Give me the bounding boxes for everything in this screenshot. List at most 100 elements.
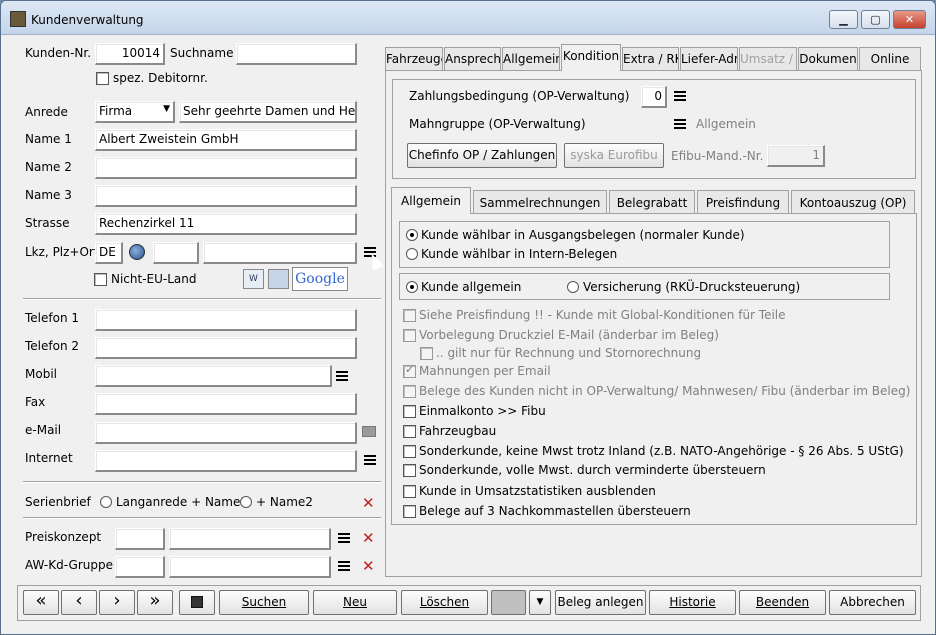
next-record-button[interactable]: › xyxy=(99,590,135,615)
tab-fahrzeuge[interactable]: Fahrzeuge xyxy=(385,47,443,71)
druckziel-email-checkbox[interactable] xyxy=(403,329,416,342)
calendar-icon[interactable] xyxy=(268,269,289,289)
delete-icon[interactable]: ✕ xyxy=(362,494,375,512)
title-bar[interactable]: Kundenverwaltung ▁ ▢ ✕ xyxy=(1,1,935,35)
subtab-kontoauszug[interactable]: Kontoauszug (OP) xyxy=(791,190,915,214)
kunde-allgemein-radio[interactable] xyxy=(406,281,418,293)
efibu-input[interactable]: 1 xyxy=(767,145,825,167)
zahlungsbedingung-input[interactable]: 0 xyxy=(641,86,667,108)
word-icon[interactable]: W xyxy=(243,269,264,289)
subtab-preisfindung[interactable]: Preisfindung xyxy=(697,190,789,214)
name3-input[interactable] xyxy=(95,185,357,207)
internet-input[interactable] xyxy=(95,450,357,472)
einmalkonto-checkbox[interactable] xyxy=(403,405,416,418)
mobil-input[interactable] xyxy=(95,365,332,387)
list-icon[interactable] xyxy=(338,561,350,571)
email-input[interactable] xyxy=(95,422,357,444)
loeschen-button[interactable]: Löschen xyxy=(401,590,488,615)
nachkommastellen-checkbox[interactable] xyxy=(403,505,416,518)
minimize-button[interactable]: ▁ xyxy=(829,10,858,29)
maximize-button[interactable]: ▢ xyxy=(861,10,890,29)
ort-input[interactable] xyxy=(203,242,357,264)
name1-input[interactable]: Albert Zweistein GmbH xyxy=(95,129,357,151)
list-icon[interactable] xyxy=(336,371,348,381)
delete-icon[interactable]: ✕ xyxy=(362,529,375,547)
versicherung-radio[interactable] xyxy=(567,281,579,293)
list-icon[interactable] xyxy=(674,91,686,101)
list-icon[interactable] xyxy=(338,533,350,543)
awkd-code-input[interactable] xyxy=(115,556,165,578)
beenden-button[interactable]: Beenden xyxy=(739,590,826,615)
kunden-nr-input[interactable]: 10014 xyxy=(95,43,165,65)
fahrzeugbau-checkbox[interactable] xyxy=(403,425,416,438)
first-record-button[interactable]: « xyxy=(23,590,59,615)
name2-input[interactable] xyxy=(95,157,357,179)
tab-online[interactable]: Online xyxy=(859,47,921,71)
tab-ansprech[interactable]: Ansprech xyxy=(444,47,501,71)
nicht-eu-checkbox[interactable] xyxy=(94,273,107,286)
ausgangsbelege-radio[interactable] xyxy=(406,229,418,241)
subtab-belegrabatt[interactable]: Belegrabatt xyxy=(609,190,695,214)
telefon1-input[interactable] xyxy=(95,309,357,331)
prev-record-button[interactable]: ‹ xyxy=(61,590,97,615)
global-konditionen-checkbox[interactable] xyxy=(403,309,416,322)
abbrechen-button[interactable]: Abbrechen xyxy=(829,590,916,615)
google-button[interactable]: Google xyxy=(292,267,348,291)
list-icon[interactable] xyxy=(674,119,686,129)
suchen-button[interactable]: Suchen xyxy=(219,590,309,615)
suchname-input[interactable] xyxy=(236,43,357,65)
subtab-sammelrechnungen[interactable]: Sammelrechnungen xyxy=(473,190,607,214)
intern-belege-radio[interactable] xyxy=(406,248,418,260)
subtab-allgemein[interactable]: Allgemein xyxy=(391,187,471,214)
tab-liefer-adr[interactable]: Liefer-Adr xyxy=(680,47,738,71)
spez-debitor-checkbox[interactable] xyxy=(96,72,109,85)
nicht-op-checkbox[interactable] xyxy=(403,385,416,398)
tab-umsatz[interactable]: Umsatz / I xyxy=(739,47,797,71)
delete-icon[interactable]: ✕ xyxy=(362,557,375,575)
druckziel-email-label: Vorbelegung Druckziel E-Mail (änderbar i… xyxy=(419,328,719,342)
historie-button[interactable]: Historie xyxy=(649,590,736,615)
anrede-text-input[interactable]: Sehr geehrte Damen und Herren xyxy=(179,101,357,123)
strasse-input[interactable]: Rechenzirkel 11 xyxy=(95,213,357,235)
sonderkunde-volle-mwst-checkbox[interactable] xyxy=(403,464,416,477)
anrede-select[interactable]: Firma ▼ xyxy=(95,101,175,123)
name2-radio[interactable] xyxy=(240,496,252,508)
tab-extra-rk[interactable]: Extra / RK xyxy=(622,47,679,71)
globe-icon[interactable] xyxy=(129,244,145,260)
telefon1-label: Telefon 1 xyxy=(25,311,80,325)
preiskonzept-input[interactable] xyxy=(169,528,331,550)
awkd-input[interactable] xyxy=(169,556,331,578)
fax-label: Fax xyxy=(25,395,46,409)
list-icon[interactable] xyxy=(364,455,376,465)
chefinfo-button[interactable]: Chefinfo OP / Zahlungen xyxy=(407,143,557,168)
neu-button[interactable]: Neu xyxy=(313,590,397,615)
name3-label: Name 3 xyxy=(25,188,72,202)
telefon2-input[interactable] xyxy=(95,337,357,359)
tab-allgemein[interactable]: Allgemein xyxy=(502,47,560,71)
name2-label: Name 2 xyxy=(25,160,72,174)
save-button[interactable] xyxy=(179,590,215,615)
langanrede-radio[interactable] xyxy=(100,496,112,508)
umsatzstatistik-checkbox[interactable] xyxy=(403,485,416,498)
mahnungen-email-checkbox[interactable] xyxy=(403,363,416,378)
name1-label: Name 1 xyxy=(25,132,72,146)
plz-input[interactable] xyxy=(153,242,199,264)
nur-rechnung-checkbox[interactable] xyxy=(420,347,433,360)
sonderkunde-keine-mwst-checkbox[interactable] xyxy=(403,445,416,458)
syska-eurofibu-button[interactable]: syska Eurofibu xyxy=(564,143,664,168)
window-title: Kundenverwaltung xyxy=(31,13,144,27)
preiskonzept-label: Preiskonzept xyxy=(25,530,102,544)
einmalkonto-label: Einmalkonto >> Fibu xyxy=(419,404,546,418)
copy-icon[interactable] xyxy=(491,590,526,615)
beleg-anlegen-button[interactable]: Beleg anlegen xyxy=(555,590,646,615)
tab-kondition[interactable]: Kondition xyxy=(561,44,621,71)
lkz-input[interactable]: DE xyxy=(95,242,123,264)
preiskonzept-code-input[interactable] xyxy=(115,528,165,550)
last-record-button[interactable]: » xyxy=(137,590,173,615)
langanrede-label: Langanrede + Name1 xyxy=(116,495,248,509)
tab-dokumente[interactable]: Dokumen xyxy=(798,47,858,71)
close-button[interactable]: ✕ xyxy=(893,10,926,29)
fax-input[interactable] xyxy=(95,393,357,415)
mail-icon[interactable] xyxy=(362,426,376,437)
dropdown-button[interactable]: ▼ xyxy=(529,590,551,615)
